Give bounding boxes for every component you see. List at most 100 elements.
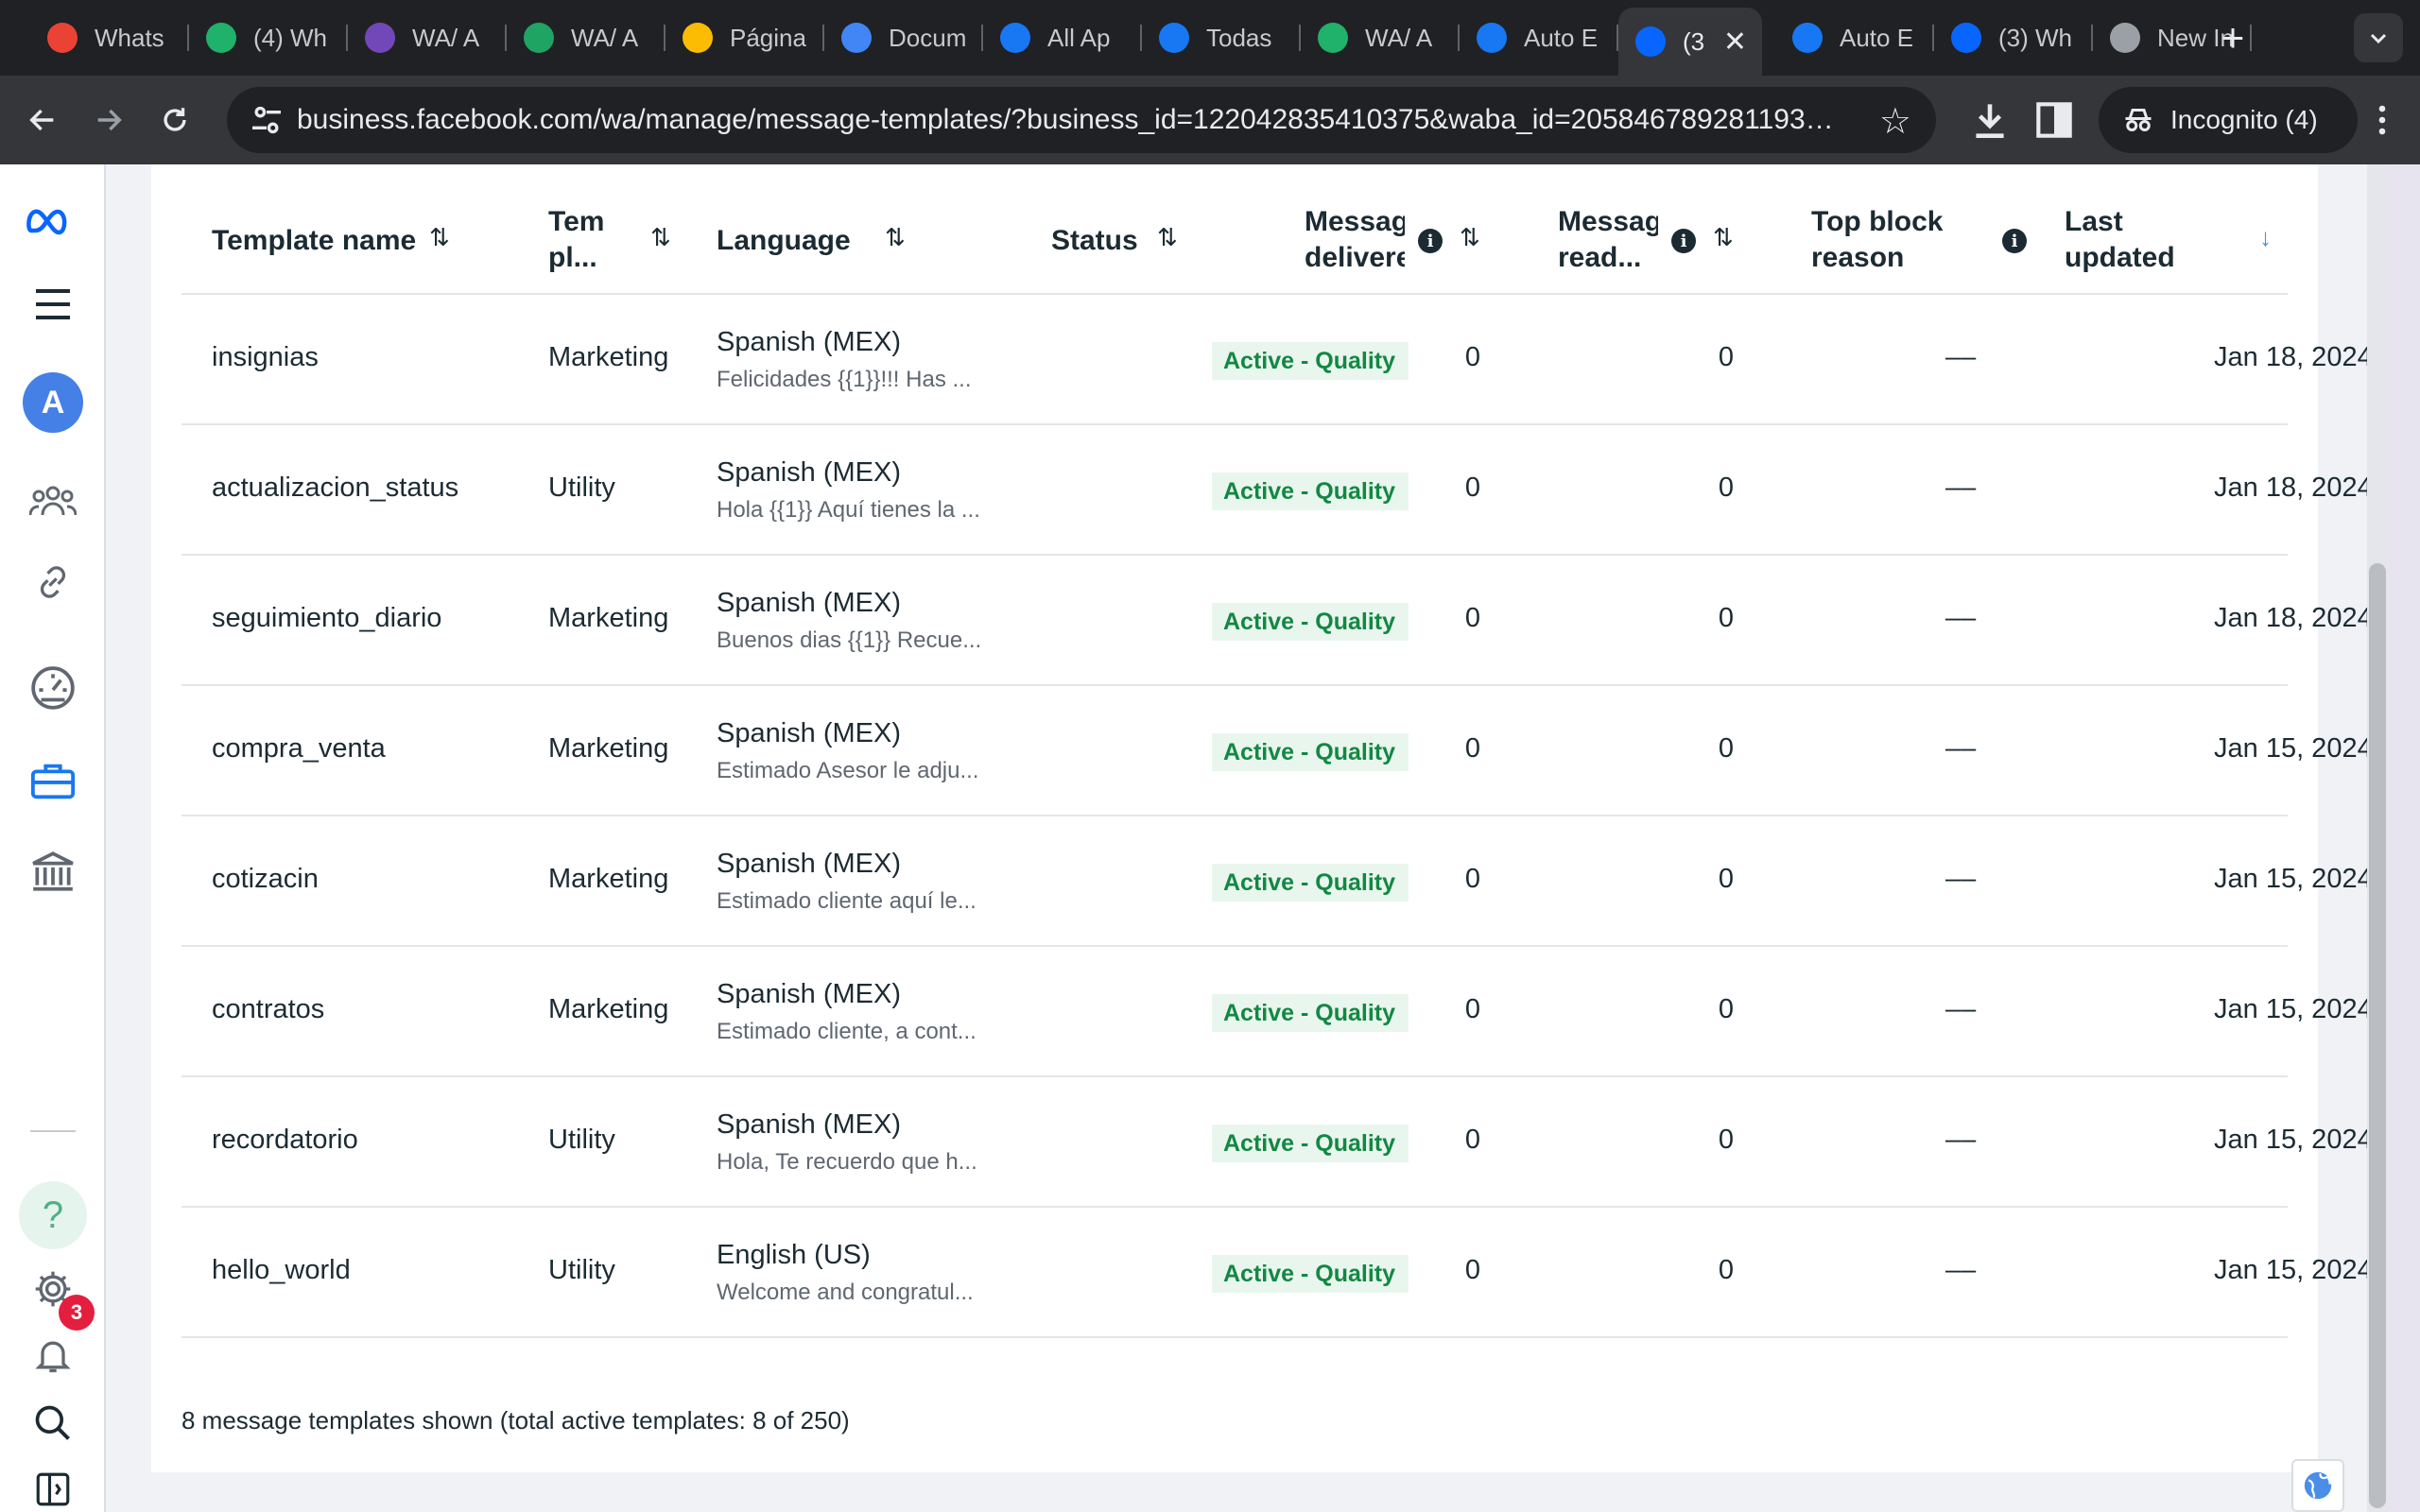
tab-search-button[interactable] (2354, 13, 2403, 62)
forward-button[interactable] (85, 96, 132, 144)
sort-icon[interactable]: ⇅ (429, 223, 450, 252)
template-name[interactable]: seguimiento_diario (212, 603, 441, 634)
table-body: insignias Marketing Spanish (MEX) Felicidad… (182, 295, 2373, 1338)
address-bar[interactable]: business.facebook.com/wa/manage/message-… (227, 87, 1936, 153)
table-row[interactable]: cotizacin Marketing Spanish (MEX) Estimado … (182, 816, 2373, 947)
status-badge: Active - Quality (1212, 603, 1409, 641)
new-tab-button[interactable]: + (2210, 15, 2256, 60)
header-block-reason[interactable]: Top block reason (1811, 204, 1943, 276)
browser-toolbar: business.facebook.com/wa/manage/message-… (0, 76, 2420, 164)
header-category[interactable]: Tem pl... (548, 204, 604, 276)
top-block-reason: –– (1945, 1255, 1977, 1285)
template-name[interactable]: hello_world (212, 1255, 351, 1286)
docs-icon (841, 23, 872, 53)
template-category: Marketing (548, 342, 669, 372)
template-name[interactable]: compra_venta (212, 733, 386, 765)
menu-button[interactable] (25, 276, 81, 333)
header-status[interactable]: Status (1051, 223, 1138, 259)
nav-notifications[interactable] (25, 1327, 81, 1383)
meta-logo[interactable] (25, 193, 81, 249)
table-row[interactable]: seguimiento_diario Marketing Spanish (MEX)… (182, 556, 2373, 686)
last-updated: Jan 15, 2024 (2214, 864, 2373, 894)
globe-icon (2304, 1471, 2332, 1500)
language-button[interactable] (2291, 1459, 2344, 1512)
template-name[interactable]: insignias (212, 342, 319, 373)
incognito-icon (2125, 109, 2152, 131)
download-icon[interactable] (1966, 96, 2014, 144)
table-row[interactable]: contratos Marketing Spanish (MEX) Estimado … (182, 947, 2373, 1077)
header-delivered[interactable]: Messag delivere (1305, 204, 1405, 276)
browser-tab[interactable]: WA/ A (507, 9, 666, 66)
nav-collapse[interactable] (25, 1461, 81, 1512)
sort-desc-icon[interactable]: ↓ (2259, 223, 2272, 252)
messages-read: 0 (1718, 603, 1735, 633)
browser-tab[interactable]: (3) Wh (1934, 9, 2093, 66)
browser-tab[interactable]: Auto E (1775, 9, 1934, 66)
browser-tab-label: WA/ A (571, 23, 639, 52)
sort-icon[interactable]: ⇅ (1157, 223, 1178, 252)
url-text[interactable]: business.facebook.com/wa/manage/message-… (297, 104, 1847, 136)
browser-tab[interactable]: (4) Wh (189, 9, 348, 66)
template-language: Spanish (MEX) (717, 1109, 902, 1140)
nav-link[interactable] (25, 554, 81, 610)
back-button[interactable] (19, 96, 66, 144)
browser-tab-label: All Ap (1047, 23, 1111, 52)
header-read[interactable]: Messag read... (1558, 204, 1658, 276)
nav-tools[interactable] (25, 752, 81, 809)
nav-business[interactable] (25, 843, 81, 900)
header-last-updated[interactable]: Last updated (2065, 204, 2175, 276)
table-row[interactable]: hello_world Utility English (US) Welcome an… (182, 1208, 2373, 1338)
account-avatar[interactable]: A (23, 372, 83, 433)
info-icon[interactable]: i (1418, 229, 1443, 253)
browser-tab[interactable]: Todas (1142, 9, 1301, 66)
side-panel-icon[interactable] (2031, 96, 2078, 144)
sort-icon[interactable]: ⇅ (885, 223, 906, 252)
nav-performance[interactable] (25, 660, 81, 716)
template-category: Utility (548, 472, 615, 503)
template-preview: Hola {{1}} Aquí tienes la ... (717, 497, 980, 523)
browser-tab[interactable]: Auto E (1460, 9, 1618, 66)
status-badge: Active - Quality (1212, 733, 1409, 771)
browser-tab[interactable]: Docum (824, 9, 983, 66)
nav-users[interactable] (25, 472, 81, 529)
template-preview: Estimado Asesor le adju... (717, 758, 979, 783)
messages-read: 0 (1718, 994, 1735, 1024)
site-settings-icon[interactable] (248, 101, 285, 139)
template-name[interactable]: recordatorio (212, 1125, 358, 1156)
browser-tab[interactable]: Whats (30, 9, 189, 66)
header-template-name[interactable]: Template name (212, 223, 416, 259)
table-row[interactable]: insignias Marketing Spanish (MEX) Felicidad… (182, 295, 2373, 425)
messages-read: 0 (1718, 342, 1735, 372)
scrollbar-thumb[interactable] (2369, 563, 2386, 1508)
more-vertical-icon (2378, 105, 2386, 135)
header-language[interactable]: Language (717, 223, 851, 259)
browser-tab[interactable]: WA/ A (1301, 9, 1460, 66)
reload-button[interactable] (151, 96, 199, 144)
info-icon[interactable]: i (2002, 229, 2027, 253)
tab-separator (664, 25, 666, 51)
sort-icon[interactable]: ⇅ (1460, 223, 1480, 252)
table-row[interactable]: actualizacion_status Utility Spanish (MEX)… (182, 425, 2373, 556)
bookmark-star-icon[interactable]: ☆ (1879, 100, 1911, 143)
browser-tab[interactable]: All Ap (983, 9, 1142, 66)
browser-tab[interactable]: WA/ A (348, 9, 507, 66)
incognito-button[interactable]: Incognito (4) (2099, 87, 2358, 153)
info-icon[interactable]: i (1671, 229, 1696, 253)
table-row[interactable]: compra_venta Marketing Spanish (MEX) Estima… (182, 686, 2373, 816)
sort-icon[interactable]: ⇅ (650, 223, 671, 252)
template-preview: Welcome and congratul... (717, 1280, 974, 1305)
help-button[interactable]: ? (19, 1181, 87, 1249)
template-name[interactable]: actualizacion_status (212, 472, 458, 504)
sort-icon[interactable]: ⇅ (1713, 223, 1734, 252)
browser-tab[interactable]: (3 ✕ (1618, 8, 1762, 76)
browser-tab[interactable]: Página (666, 9, 824, 66)
browser-menu-button[interactable] (2363, 96, 2401, 144)
top-block-reason: –– (1945, 1125, 1977, 1155)
table-row[interactable]: recordatorio Utility Spanish (MEX) Hola, Te… (182, 1077, 2373, 1208)
close-tab-icon[interactable]: ✕ (1723, 26, 1747, 59)
sheets-icon (524, 23, 554, 53)
nav-search[interactable] (25, 1395, 81, 1452)
template-name[interactable]: cotizacin (212, 864, 319, 895)
template-category: Utility (548, 1125, 615, 1155)
template-name[interactable]: contratos (212, 994, 324, 1025)
